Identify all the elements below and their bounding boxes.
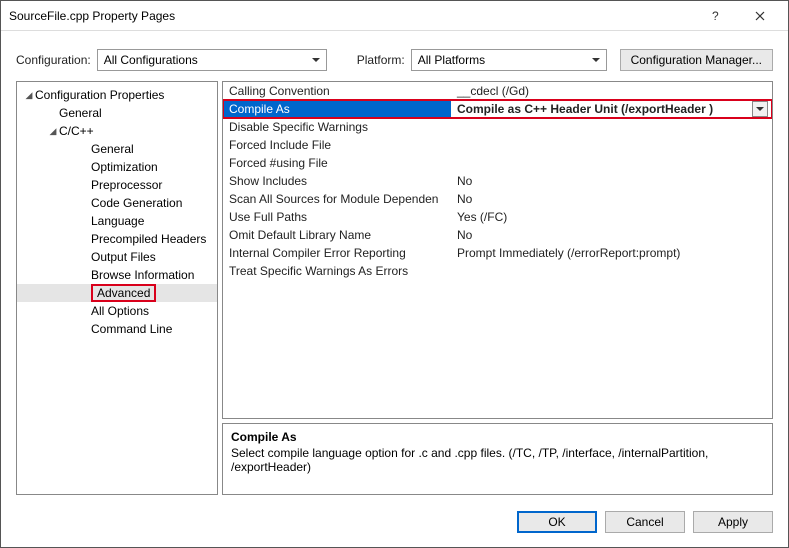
cancel-button[interactable]: Cancel [605,511,685,533]
compile-as-dropdown-button[interactable] [752,101,768,117]
property-grid[interactable]: Calling Convention__cdecl (/Gd) Compile … [222,81,773,419]
row-show-incl[interactable]: Show IncludesNo [223,172,772,190]
row-ice-report[interactable]: Internal Compiler Error ReportingPrompt … [223,244,772,262]
configuration-select[interactable]: All Configurations [97,49,327,71]
tree-node-preprocessor[interactable]: Preprocessor [17,176,217,194]
tree-node-general2[interactable]: General [17,140,217,158]
tree-node-pch[interactable]: Precompiled Headers [17,230,217,248]
description-text: Select compile language option for .c an… [231,446,764,474]
configuration-value: All Configurations [104,53,198,67]
row-compile-as[interactable]: Compile AsCompile as C++ Header Unit (/e… [223,100,772,118]
collapse-arrow-icon[interactable]: ◢ [47,126,59,137]
tree-node-outputfiles[interactable]: Output Files [17,248,217,266]
tree-node-general[interactable]: General [17,104,217,122]
configuration-label: Configuration: [16,53,91,67]
row-forced-using[interactable]: Forced #using File [223,154,772,172]
row-scan-all[interactable]: Scan All Sources for Module DependenNo [223,190,772,208]
configuration-manager-button[interactable]: Configuration Manager... [620,49,773,71]
tree-node-alloptions[interactable]: All Options [17,302,217,320]
platform-select[interactable]: All Platforms [411,49,607,71]
ok-button[interactable]: OK [517,511,597,533]
close-button[interactable] [738,2,782,30]
platform-value: All Platforms [418,53,485,67]
window-title: SourceFile.cpp Property Pages [9,9,175,23]
help-button[interactable]: ? [694,2,738,30]
row-warn-err[interactable]: Treat Specific Warnings As Errors [223,262,772,280]
tree-node-language[interactable]: Language [17,212,217,230]
tree-node-browseinfo[interactable]: Browse Information [17,266,217,284]
svg-text:?: ? [712,9,719,23]
row-disable-warn[interactable]: Disable Specific Warnings [223,118,772,136]
tree-node-advanced[interactable]: Advanced [17,284,217,302]
collapse-arrow-icon[interactable]: ◢ [23,90,35,101]
row-omit-lib[interactable]: Omit Default Library NameNo [223,226,772,244]
row-forced-incl[interactable]: Forced Include File [223,136,772,154]
tree-node-cpp[interactable]: ◢ C/C++ [17,122,217,140]
titlebar: SourceFile.cpp Property Pages ? [1,1,788,31]
platform-label: Platform: [357,53,405,67]
description-title: Compile As [231,430,764,444]
apply-button[interactable]: Apply [693,511,773,533]
tree-node-optimization[interactable]: Optimization [17,158,217,176]
row-full-paths[interactable]: Use Full PathsYes (/FC) [223,208,772,226]
nav-tree[interactable]: ◢ Configuration Properties General ◢ C/C… [16,81,218,495]
dialog-footer: OK Cancel Apply [1,503,788,547]
row-calling-convention[interactable]: Calling Convention__cdecl (/Gd) [223,82,772,100]
config-row: Configuration: All Configurations Platfo… [1,31,788,81]
tree-node-config-props[interactable]: ◢ Configuration Properties [17,86,217,104]
tree-node-cmdline[interactable]: Command Line [17,320,217,338]
description-panel: Compile As Select compile language optio… [222,423,773,495]
tree-node-codegen[interactable]: Code Generation [17,194,217,212]
